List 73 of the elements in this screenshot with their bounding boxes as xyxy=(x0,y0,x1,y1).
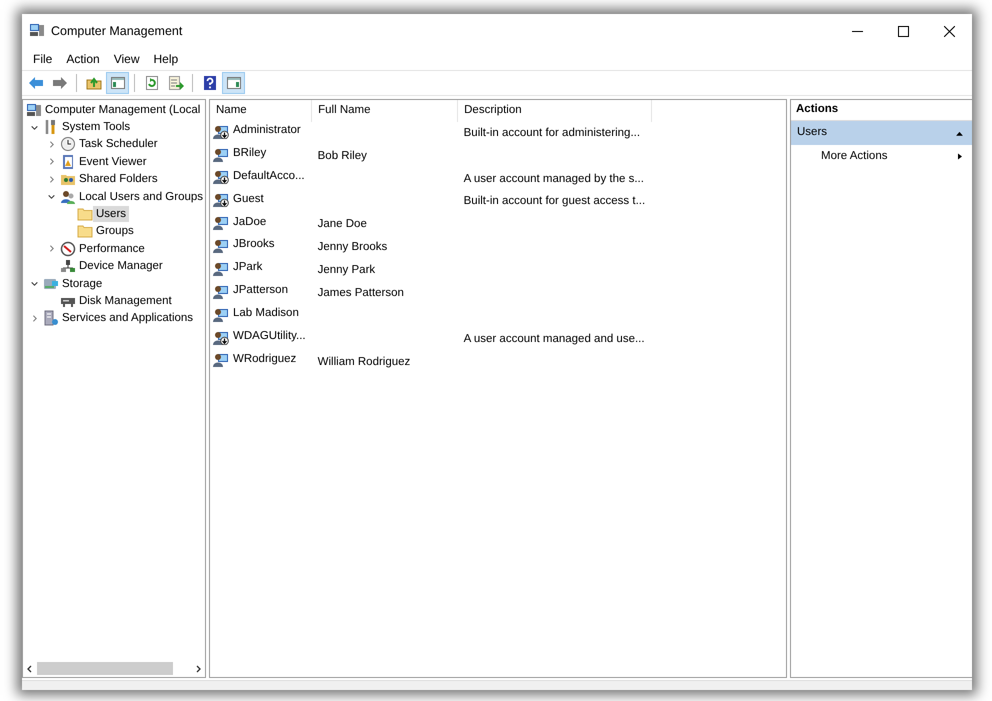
menu-item[interactable]: File xyxy=(26,50,60,68)
expand-chevron-icon[interactable] xyxy=(47,140,56,149)
tree-item[interactable]: Task Scheduler xyxy=(76,136,161,152)
pane-icon xyxy=(110,75,126,91)
column-header[interactable]: Name xyxy=(210,100,312,122)
toolbar-button[interactable] xyxy=(222,72,245,94)
tree-item[interactable]: Services and Applications xyxy=(59,310,196,326)
table-cell-text: Guest xyxy=(233,192,264,207)
menu-item[interactable]: View xyxy=(106,50,146,68)
table-cell-text: JPatterson xyxy=(233,283,288,298)
column-header[interactable]: Full Name xyxy=(312,100,458,122)
expand-chevron-icon[interactable] xyxy=(47,157,56,166)
folder-icon xyxy=(77,223,93,240)
table-cell: James Patterson xyxy=(318,286,404,299)
table-cell: Jane Doe xyxy=(318,218,367,230)
tree-item[interactable]: Groups xyxy=(93,223,137,240)
action-link[interactable]: More Actions xyxy=(791,145,972,168)
export-list-icon xyxy=(168,75,184,91)
table-cell: Jenny Park xyxy=(318,264,376,276)
table-cell-text: WRodriguez xyxy=(233,352,296,367)
expand-chevron-icon[interactable] xyxy=(47,174,56,184)
table-cell: Built-in account for administering... xyxy=(464,126,640,139)
tree-item[interactable]: Users xyxy=(93,206,130,222)
table-cell: Built-in account for guest access t... xyxy=(464,195,646,208)
actions-header: Actions xyxy=(791,100,972,121)
close-icon xyxy=(944,26,954,36)
tree-item[interactable]: Local Users and Groups xyxy=(76,188,205,205)
table-cell-text: DefaultAcco... xyxy=(233,168,305,184)
log-book-icon xyxy=(60,154,76,170)
device-tree-icon xyxy=(60,258,76,274)
tree-item[interactable]: Device Manager xyxy=(76,258,166,274)
window-title: Computer Management xyxy=(51,22,182,40)
table-cell: Bob Riley xyxy=(318,150,367,162)
table-cell-text: JPark xyxy=(233,260,262,276)
gauge-icon xyxy=(60,240,76,257)
forward-arrow-icon xyxy=(52,75,68,91)
menu-item[interactable]: Help xyxy=(146,50,186,68)
tree-item[interactable]: Performance xyxy=(76,240,148,257)
tree-item[interactable]: Disk Management xyxy=(76,292,175,309)
table-cell-text: Lab Madison xyxy=(233,306,299,321)
table-cell: A user account managed by the s... xyxy=(464,172,644,185)
toolbar-button[interactable] xyxy=(106,72,129,94)
refresh-icon xyxy=(144,75,160,91)
actions-section-header[interactable]: Users xyxy=(791,121,972,145)
users-icon xyxy=(60,188,76,205)
table-cell-text: Administrator xyxy=(233,123,301,138)
table-cell-text: BRiley xyxy=(233,146,266,161)
clock-icon xyxy=(60,136,76,152)
help-icon xyxy=(202,75,218,91)
expand-chevron-icon[interactable] xyxy=(30,314,39,323)
menu-item[interactable]: Action xyxy=(59,50,107,68)
collapse-chevron-icon[interactable] xyxy=(47,192,56,202)
pane-icon xyxy=(226,75,242,91)
back-arrow-icon xyxy=(28,75,44,91)
table-cell-text: JBrooks xyxy=(233,237,275,252)
maximize-icon xyxy=(898,26,908,36)
table-cell-text: JaDoe xyxy=(233,214,266,230)
tree-item[interactable]: Event Viewer xyxy=(76,154,150,170)
expand-chevron-icon[interactable] xyxy=(47,244,56,254)
folder-up-icon xyxy=(86,75,102,91)
table-cell: William Rodriguez xyxy=(318,356,410,368)
table-cell: Jenny Brooks xyxy=(318,241,388,254)
table-cell: A user account managed and use... xyxy=(464,332,645,345)
computer-icon xyxy=(26,102,42,118)
tree-item[interactable]: System Tools xyxy=(59,119,134,136)
table-cell-text: WDAGUtility... xyxy=(233,328,306,344)
column-header[interactable]: Description xyxy=(458,100,652,122)
collapse-chevron-icon[interactable] xyxy=(30,279,39,288)
services-icon xyxy=(43,310,59,326)
tree-item[interactable]: Storage xyxy=(59,276,106,292)
computer-icon xyxy=(29,22,45,38)
tree-item[interactable]: Shared Folders xyxy=(76,171,161,188)
tree-item[interactable]: Computer Management (Local xyxy=(42,102,204,118)
